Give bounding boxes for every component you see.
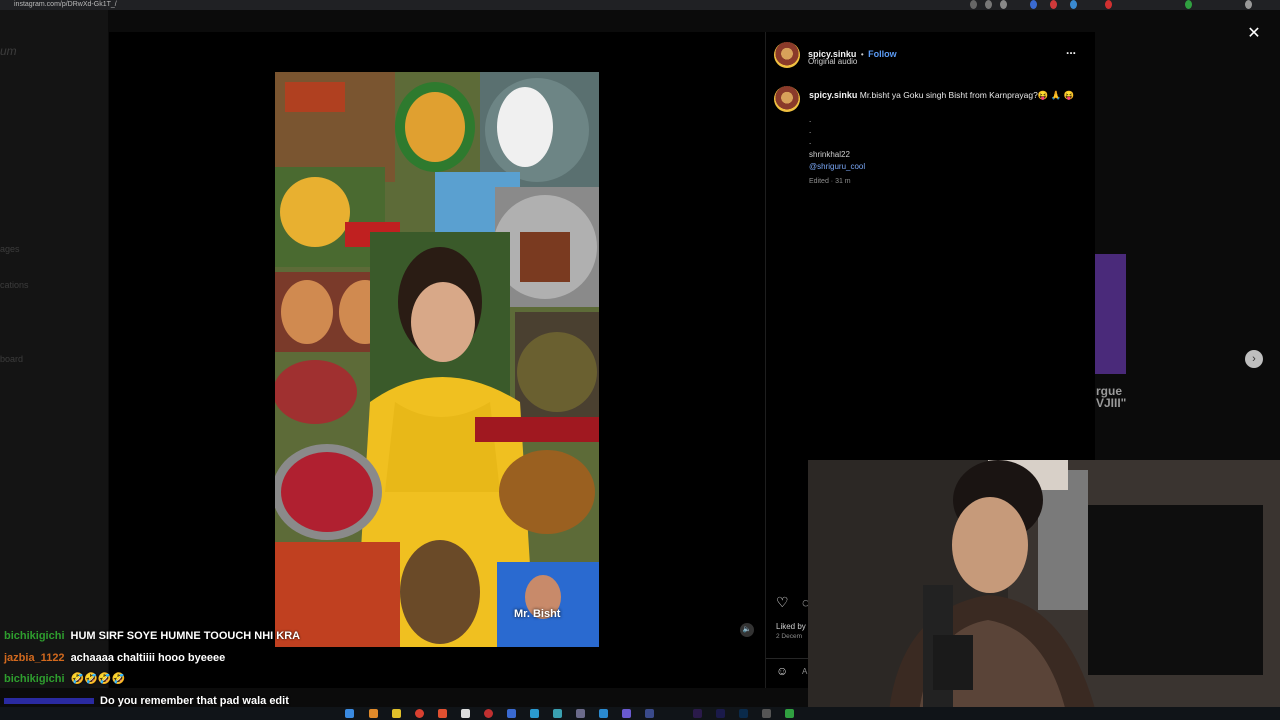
chat-text: HUM SIRF SOYE HUMNE TOOUCH NHI KRA: [70, 630, 301, 642]
profile-icon[interactable]: [1245, 0, 1252, 9]
chat-message: jazbia_1122 achaaaa chaltiiii hooo byeeee: [4, 650, 304, 672]
extension-icon[interactable]: [1105, 0, 1112, 9]
chat-message: bichikigichi 🤣🤣🤣🤣: [4, 671, 304, 693]
reel-collage-image: [275, 72, 599, 647]
taskbar-app-icon[interactable]: [507, 709, 516, 718]
reel-overlay-text: Mr. Bisht: [514, 608, 561, 620]
chat-message: bichikigichi HUM SIRF SOYE HUMNE TOOUCH N…: [4, 628, 304, 650]
sidebar-logo: um: [0, 44, 17, 58]
url-text[interactable]: instagram.com/p/DRwXd-Gk1T_/: [14, 1, 117, 8]
folder-icon[interactable]: [392, 709, 401, 718]
emoji-icon[interactable]: ☺: [776, 664, 788, 678]
post-date: 2 Decem: [776, 633, 803, 640]
live-chat: bichikigichi HUM SIRF SOYE HUMNE TOOUCH N…: [4, 628, 304, 714]
taskbar-app-icon[interactable]: [785, 709, 794, 718]
caption-tag: shrinkhal22: [809, 150, 850, 159]
caption-dots: . . .: [809, 114, 811, 147]
caption-author-avatar[interactable]: [774, 86, 800, 112]
more-options-icon[interactable]: ...: [1066, 44, 1076, 56]
audio-label[interactable]: Original audio: [808, 57, 857, 66]
chat-username[interactable]: bichikigichi: [4, 630, 65, 642]
like-heart-icon[interactable]: ♡: [776, 594, 789, 611]
next-post-icon[interactable]: ›: [1245, 350, 1263, 368]
background-sidebar: um ages cations board: [0, 10, 108, 688]
taskbar-app-icon[interactable]: [369, 709, 378, 718]
sidebar-item: ages: [0, 244, 20, 254]
settings-icon[interactable]: [762, 709, 771, 718]
webcam-overlay: [808, 460, 1280, 720]
taskbar-app-icon[interactable]: [576, 709, 585, 718]
mention-link[interactable]: @shriguru_cool: [809, 162, 865, 171]
taskbar-app-icon[interactable]: [484, 709, 493, 718]
taskbar-app-icon[interactable]: [461, 709, 470, 718]
chrome-icon[interactable]: [415, 709, 424, 718]
separator-dot: •: [860, 50, 864, 59]
extension-icon[interactable]: [1185, 0, 1192, 9]
volume-icon[interactable]: 🔈: [740, 623, 754, 637]
caption-author[interactable]: spicy.sinku: [809, 90, 857, 100]
extension-icon[interactable]: [970, 0, 977, 9]
taskbar-app-icon[interactable]: [438, 709, 447, 718]
taskbar-app-icon[interactable]: [553, 709, 562, 718]
chat-text: 🤣🤣🤣🤣: [70, 673, 126, 685]
caption: spicy.sinku Mr.bisht ya Goku singh Bisht…: [809, 90, 1079, 101]
sidebar-item: cations: [0, 280, 29, 290]
liked-by-text[interactable]: Liked by: [776, 622, 806, 631]
taskbar-app-icon[interactable]: [645, 709, 654, 718]
search-icon[interactable]: [985, 0, 992, 9]
caption-text: Mr.bisht ya Goku singh Bisht from Karnpr…: [859, 90, 1075, 100]
close-icon[interactable]: ✕: [1246, 26, 1262, 42]
background-text: rgue VJIII": [1096, 385, 1126, 409]
chat-username[interactable]: jazbia_1122: [4, 652, 65, 664]
extension-icon[interactable]: [1050, 0, 1057, 9]
telegram-icon[interactable]: [599, 709, 608, 718]
premiere-icon[interactable]: [693, 709, 702, 718]
browser-address-bar[interactable]: instagram.com/p/DRwXd-Gk1T_/: [0, 0, 1280, 10]
caption-dot: .: [809, 115, 812, 124]
chat-username[interactable]: bichikigichi: [4, 673, 65, 685]
chat-text: Do you remember that pad wala edit: [100, 694, 289, 707]
background-thumbnail: [1095, 254, 1126, 374]
extension-icon[interactable]: [1030, 0, 1037, 9]
sidebar-item: board: [0, 354, 24, 364]
photoshop-icon[interactable]: [739, 709, 748, 718]
star-icon[interactable]: [1000, 0, 1007, 9]
caption-dot: .: [809, 137, 812, 146]
chat-text: achaaaa chaltiiii hooo byeeee: [70, 651, 226, 664]
chat-username[interactable]: [4, 697, 94, 704]
author-avatar[interactable]: [774, 42, 800, 68]
start-icon[interactable]: [345, 709, 354, 718]
background-text-line: VJIII": [1096, 396, 1127, 410]
after-effects-icon[interactable]: [716, 709, 725, 718]
discord-icon[interactable]: [622, 709, 631, 718]
edited-timestamp: Edited · 31 m: [809, 178, 851, 185]
follow-button[interactable]: Follow: [868, 49, 897, 59]
extension-icon[interactable]: [1070, 0, 1077, 9]
reel-video[interactable]: Mr. Bisht: [275, 72, 599, 647]
comment-input[interactable]: A: [802, 667, 807, 676]
caption-dot: .: [809, 126, 812, 135]
taskbar: [0, 707, 1280, 720]
taskbar-app-icon[interactable]: [530, 709, 539, 718]
webcam-image: [808, 460, 1280, 720]
